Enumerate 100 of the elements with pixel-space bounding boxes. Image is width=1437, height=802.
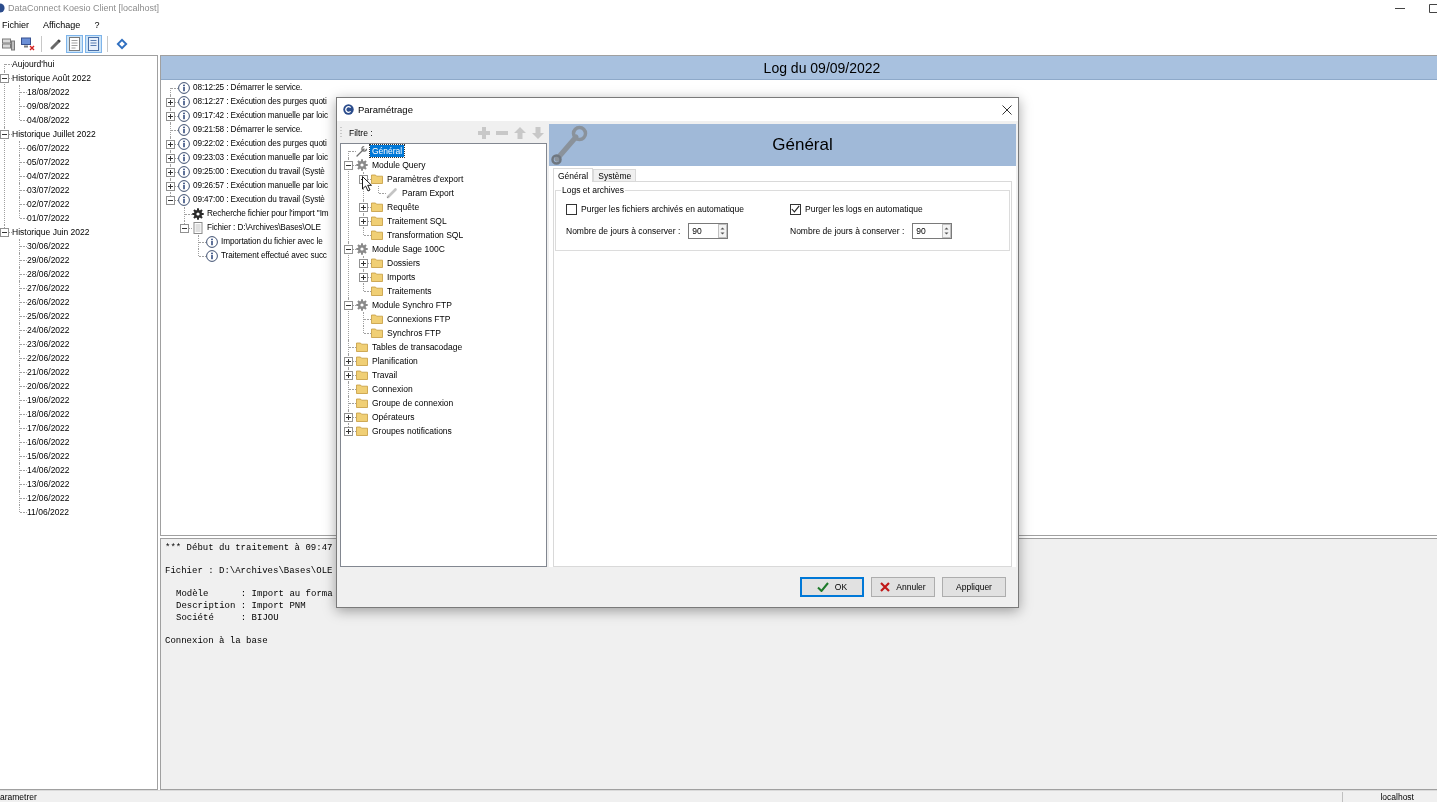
tree-item[interactable]: Connexion [370,383,415,395]
tree-item[interactable]: 18/06/2022 [27,408,70,420]
tree-item[interactable]: Connexions FTP [385,313,453,325]
tree-item[interactable]: 25/06/2022 [27,310,70,322]
log-entry[interactable]: 09:25:00 : Execution du travail (Systè [192,166,326,178]
tree-item[interactable]: 01/07/2022 [27,212,70,224]
expander-icon[interactable] [344,426,353,436]
tree-item[interactable]: Planification [370,355,420,367]
expander-icon[interactable] [359,272,368,282]
tab[interactable]: Système [593,169,637,181]
expander-icon[interactable] [344,356,353,366]
dialog-button[interactable]: OK [800,577,864,597]
tree-item[interactable]: Synchros FTP [385,327,443,339]
tree-item[interactable]: Transformation SQL [385,229,466,241]
tree-item[interactable]: 22/06/2022 [27,352,70,364]
tree-item[interactable]: Param Export [400,187,456,199]
tree-item[interactable]: 29/06/2022 [27,254,70,266]
tree-item[interactable]: Traitement SQL [385,215,449,227]
log-entry[interactable]: 09:17:42 : Exécution manuelle par loic [192,110,330,122]
expander-icon[interactable] [166,153,175,163]
tree-item[interactable]: 28/06/2022 [27,268,70,280]
tree-item[interactable]: Historique Juillet 2022 [12,128,96,140]
tree-item[interactable]: 14/06/2022 [27,464,70,476]
tree-item[interactable]: 04/07/2022 [27,170,70,182]
checkbox[interactable] [566,203,577,215]
spinner-icon[interactable] [942,224,952,238]
tree-item[interactable]: 27/06/2022 [27,282,70,294]
toolbar-button[interactable] [66,35,83,53]
expander-icon[interactable] [180,223,189,233]
tree-item[interactable]: 03/07/2022 [27,184,70,196]
tree-item[interactable]: Paramètres d'export [385,173,466,185]
expander-icon[interactable] [344,300,353,310]
expander-icon[interactable] [166,167,175,177]
toolbar-button[interactable] [19,35,36,53]
tree-item[interactable]: 04/08/2022 [27,114,70,126]
tree-item[interactable]: 11/06/2022 [27,506,69,518]
number-field[interactable]: 90 [688,223,729,239]
tree-item[interactable]: Module Query [370,159,428,171]
tree-item[interactable]: Opérateurs [370,411,417,423]
tree-item[interactable]: 09/08/2022 [27,100,70,112]
expander-icon[interactable] [359,258,368,268]
expander-icon[interactable] [359,216,368,226]
tree-item[interactable]: Traitements [385,285,434,297]
tree-item[interactable]: 05/07/2022 [27,156,70,168]
tree-item[interactable]: 26/06/2022 [27,296,70,308]
tree-item[interactable]: 24/06/2022 [27,324,70,336]
tree-item[interactable]: 23/06/2022 [27,338,70,350]
log-entry[interactable]: 09:47:00 : Execution du travail (Systè [192,194,326,206]
tree-item[interactable]: 19/06/2022 [27,394,70,406]
expander-icon[interactable] [166,111,175,121]
tree-item[interactable]: Historique Juin 2022 [12,226,90,238]
log-entry[interactable]: 09:23:03 : Exécution manuelle par loic [192,152,330,164]
tree-item[interactable]: 06/07/2022 [27,142,70,154]
log-entry[interactable]: 08:12:27 : Exécution des purges quoti [192,96,328,108]
tree-item[interactable]: Groupe de connexion [370,397,456,409]
log-entry[interactable]: Traitement effectué avec succ [220,250,328,262]
number-field[interactable]: 90 [912,223,953,239]
menu-item[interactable]: ? [94,19,100,30]
tree-item[interactable]: 21/06/2022 [27,366,70,378]
log-entry[interactable]: 09:26:57 : Exécution manuelle par loic [192,180,330,192]
tree-item[interactable]: Module Sage 100C [370,243,447,255]
tree-item[interactable]: 13/06/2022 [27,478,70,490]
expander-icon[interactable] [344,160,353,170]
tree-item[interactable]: Travail [370,369,400,381]
tree-item[interactable]: 12/06/2022 [27,492,70,504]
close-icon[interactable] [1002,104,1012,115]
menu-item[interactable]: Fichier [2,19,29,30]
menu-item[interactable]: Affichage [43,19,81,30]
expander-icon[interactable] [0,129,9,139]
expander-icon[interactable] [0,227,9,237]
tree-item[interactable]: 16/06/2022 [27,436,70,448]
log-entry[interactable]: Fichier : D:\Archives\Bases\OLE [206,222,322,234]
log-entry[interactable]: 09:21:58 : Démarrer le service. [192,124,304,136]
expander-icon[interactable] [166,195,175,205]
tree-item[interactable]: 18/08/2022 [27,86,70,98]
tree-item[interactable]: Groupes notifications [370,425,454,437]
expander-icon[interactable] [344,370,353,380]
expander-icon[interactable] [166,97,175,107]
toolbar-button[interactable] [0,35,17,53]
checkbox[interactable] [790,203,801,215]
toolbar-button[interactable] [85,35,102,53]
expander-icon[interactable] [344,412,353,422]
tree-item[interactable]: Module Synchro FTP [370,299,454,311]
tree-item[interactable]: 20/06/2022 [27,380,70,392]
tree-item[interactable]: Requête [385,201,422,213]
tree-item[interactable]: Tables de transacodage [370,341,465,353]
expander-icon[interactable] [166,181,175,191]
tree-item[interactable]: Dossiers [385,257,423,269]
tree-item[interactable]: Général [370,145,405,157]
log-entry[interactable]: Recherche fichier pour l'import "Im [206,208,330,220]
maximize-icon[interactable] [1429,3,1437,13]
expander-icon[interactable] [0,73,9,83]
expander-icon[interactable] [166,139,175,149]
expander-icon[interactable] [344,244,353,254]
spinner-icon[interactable] [718,224,728,238]
tab[interactable]: Général [553,168,594,182]
tree-item[interactable]: 15/06/2022 [27,450,70,462]
tree-item[interactable]: Imports [385,271,418,283]
log-entry[interactable]: Importation du fichier avec le [220,236,324,248]
dialog-button[interactable]: Appliquer [942,577,1006,597]
